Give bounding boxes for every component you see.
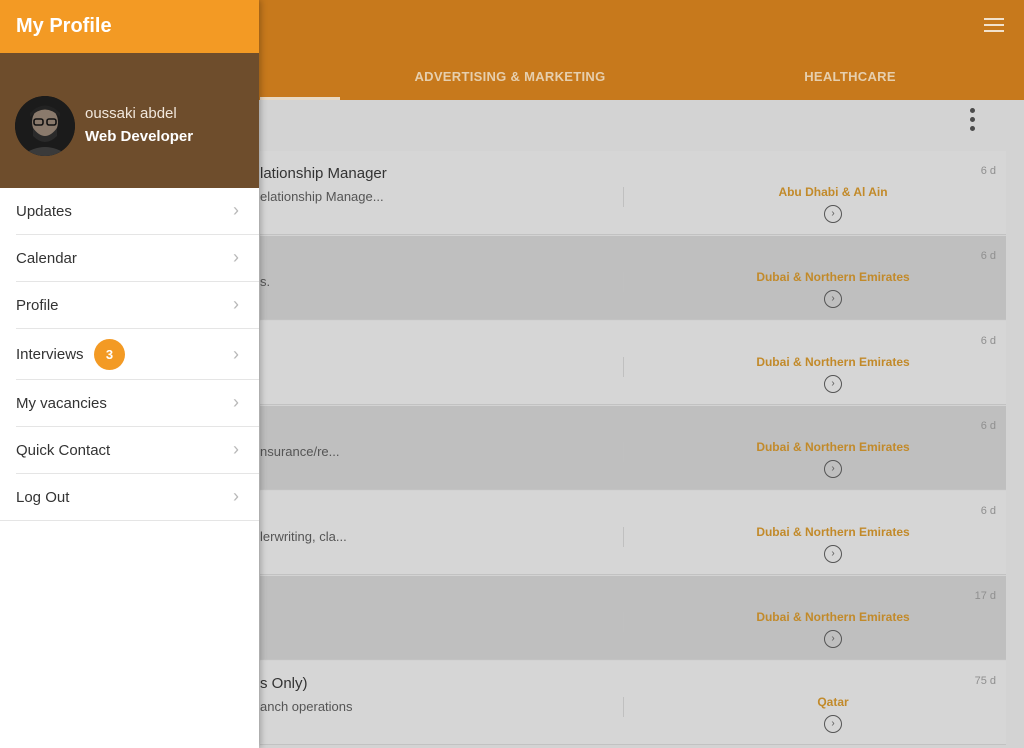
- chevron-right-circle-icon[interactable]: ›: [824, 545, 842, 563]
- job-row[interactable]: Dubai & Northern Emirates › 17 d: [260, 576, 1006, 660]
- menu-item-label: Calendar: [16, 250, 77, 267]
- job-location: Dubai & Northern Emirates: [756, 355, 910, 369]
- menu-item-profile[interactable]: Profile ›: [16, 282, 259, 329]
- chevron-right-icon: ›: [233, 344, 239, 364]
- job-location: Dubai & Northern Emirates: [756, 610, 910, 624]
- menu-item-my-vacancies[interactable]: My vacancies ›: [16, 380, 259, 427]
- user-panel: oussaki abdel Web Developer: [0, 53, 259, 188]
- menu-item-interviews[interactable]: Interviews 3 ›: [16, 329, 259, 380]
- job-age: 6 d: [980, 420, 996, 432]
- job-location: Dubai & Northern Emirates: [756, 440, 910, 454]
- tab-advertising-marketing[interactable]: ADVERTISING & MARKETING: [390, 62, 630, 100]
- menu-item-label: Updates: [16, 203, 72, 220]
- job-snippet: s.: [260, 274, 271, 289]
- tab-active[interactable]: [260, 62, 340, 100]
- job-location: Abu Dhabi & Al Ain: [778, 185, 888, 199]
- job-age: 6 d: [980, 250, 996, 262]
- tab-healthcare[interactable]: HEALTHCARE: [740, 62, 960, 100]
- job-row[interactable]: s Only) anch operations Qatar › 75 d: [260, 661, 1006, 745]
- drawer-title: My Profile: [0, 0, 259, 53]
- job-location: Dubai & Northern Emirates: [756, 270, 910, 284]
- menu-item-label: Interviews: [16, 346, 84, 363]
- divider: [623, 272, 624, 292]
- job-age: 17 d: [974, 590, 996, 602]
- chevron-right-icon: ›: [233, 200, 239, 220]
- menu-item-label: Quick Contact: [16, 442, 111, 459]
- job-row[interactable]: nsurance/re... Dubai & Northern Emirates…: [260, 406, 1006, 490]
- more-vertical-icon[interactable]: [962, 108, 982, 138]
- user-role: Web Developer: [85, 128, 194, 145]
- chevron-right-icon: ›: [233, 294, 239, 314]
- job-age: 6 d: [980, 165, 996, 177]
- divider: [623, 187, 624, 207]
- job-age: 75 d: [974, 675, 996, 687]
- side-drawer: My Profile oussaki abdel Web Developer U…: [0, 0, 259, 748]
- menu-item-calendar[interactable]: Calendar ›: [16, 235, 259, 282]
- job-row[interactable]: s. Dubai & Northern Emirates › 6 d: [260, 236, 1006, 320]
- job-snippet: elationship Manage...: [260, 189, 384, 204]
- chevron-right-circle-icon[interactable]: ›: [824, 290, 842, 308]
- job-age: 6 d: [980, 505, 996, 517]
- job-snippet: lerwriting, cla...: [260, 529, 347, 544]
- job-title: s Only): [260, 675, 308, 692]
- chevron-right-icon: ›: [233, 247, 239, 267]
- chevron-right-icon: ›: [233, 392, 239, 412]
- menu-item-label: My vacancies: [16, 395, 107, 412]
- interviews-count-badge: 3: [94, 339, 125, 370]
- divider: [623, 442, 624, 462]
- divider: [623, 612, 624, 632]
- divider: [623, 697, 624, 717]
- job-snippet: anch operations: [260, 699, 353, 714]
- job-row[interactable]: lerwriting, cla... Dubai & Northern Emir…: [260, 491, 1006, 575]
- divider: [623, 357, 624, 377]
- menu-item-updates[interactable]: Updates ›: [16, 188, 259, 235]
- job-snippet: nsurance/re...: [260, 444, 340, 459]
- job-location: Qatar: [817, 695, 849, 709]
- chevron-right-circle-icon[interactable]: ›: [824, 630, 842, 648]
- chevron-right-icon: ›: [233, 486, 239, 506]
- job-age: 6 d: [980, 335, 996, 347]
- chevron-right-circle-icon[interactable]: ›: [824, 715, 842, 733]
- chevron-right-circle-icon[interactable]: ›: [824, 375, 842, 393]
- chevron-right-circle-icon[interactable]: ›: [824, 460, 842, 478]
- chevron-right-circle-icon[interactable]: ›: [824, 205, 842, 223]
- job-title: lationship Manager: [260, 165, 387, 182]
- menu-item-label: Log Out: [16, 489, 70, 506]
- job-location: Dubai & Northern Emirates: [756, 525, 910, 539]
- menu-item-quick-contact[interactable]: Quick Contact ›: [16, 427, 259, 474]
- menu-item-log-out[interactable]: Log Out ›: [0, 474, 259, 521]
- avatar[interactable]: [15, 96, 75, 156]
- menu-item-label: Profile: [16, 297, 59, 314]
- job-row[interactable]: Dubai & Northern Emirates › 6 d: [260, 321, 1006, 405]
- job-row[interactable]: lationship Manager elationship Manage...…: [260, 151, 1006, 235]
- hamburger-icon[interactable]: [984, 18, 1004, 34]
- divider: [623, 527, 624, 547]
- user-name: oussaki abdel: [85, 105, 177, 122]
- chevron-right-icon: ›: [233, 439, 239, 459]
